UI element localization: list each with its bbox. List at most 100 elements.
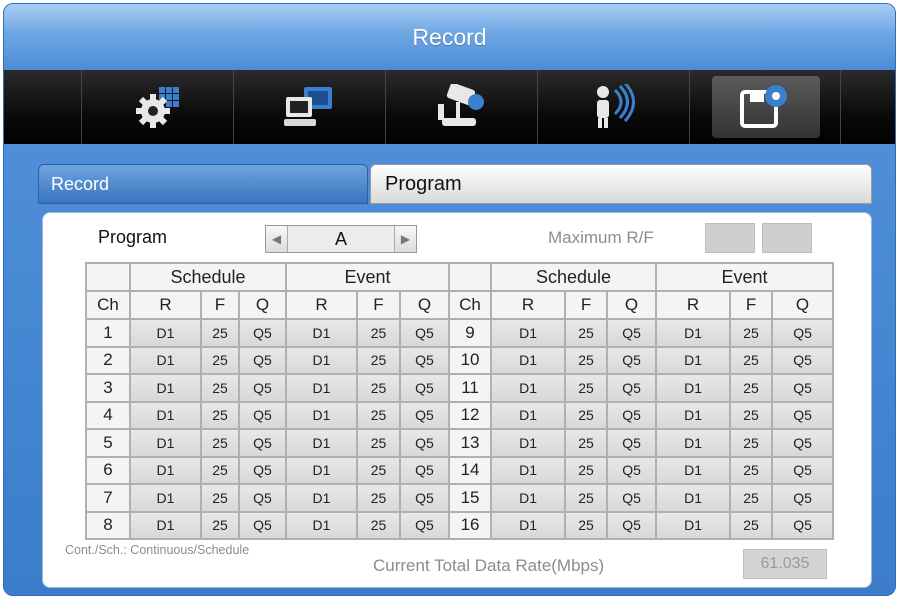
- setting-cell[interactable]: 25: [729, 373, 774, 403]
- setting-cell[interactable]: Q5: [771, 318, 835, 348]
- toolbar-network-button[interactable]: [233, 70, 385, 144]
- setting-cell[interactable]: D1: [655, 428, 732, 458]
- setting-cell[interactable]: D1: [285, 318, 358, 348]
- setting-cell[interactable]: Q5: [771, 373, 835, 403]
- setting-cell[interactable]: Q5: [606, 455, 658, 485]
- setting-cell[interactable]: Q5: [398, 510, 451, 540]
- setting-cell[interactable]: D1: [285, 373, 358, 403]
- setting-cell[interactable]: Q5: [606, 428, 658, 458]
- setting-cell[interactable]: D1: [285, 345, 358, 375]
- tab-program[interactable]: Program: [370, 164, 872, 204]
- setting-cell[interactable]: 25: [200, 483, 240, 513]
- setting-cell[interactable]: Q5: [398, 318, 451, 348]
- setting-cell[interactable]: 25: [200, 428, 240, 458]
- setting-cell[interactable]: Q5: [238, 455, 287, 485]
- setting-cell[interactable]: 25: [356, 318, 401, 348]
- toolbar-event-button[interactable]: [537, 70, 689, 144]
- setting-cell[interactable]: D1: [490, 318, 567, 348]
- setting-cell[interactable]: Q5: [771, 455, 835, 485]
- setting-cell[interactable]: D1: [490, 428, 567, 458]
- setting-cell[interactable]: 25: [729, 510, 774, 540]
- setting-cell[interactable]: D1: [655, 318, 732, 348]
- setting-cell[interactable]: D1: [285, 428, 358, 458]
- max-rf-field-2[interactable]: [762, 223, 812, 253]
- setting-cell[interactable]: D1: [490, 483, 567, 513]
- toolbar-record-button[interactable]: [689, 70, 841, 144]
- program-next-button[interactable]: ▶: [394, 226, 416, 252]
- setting-cell[interactable]: D1: [129, 345, 202, 375]
- setting-cell[interactable]: D1: [655, 455, 732, 485]
- setting-cell[interactable]: Q5: [238, 483, 287, 513]
- setting-cell[interactable]: Q5: [606, 483, 658, 513]
- setting-cell[interactable]: D1: [490, 373, 567, 403]
- max-rf-field-1[interactable]: [705, 223, 755, 253]
- setting-cell[interactable]: 25: [564, 318, 609, 348]
- setting-cell[interactable]: Q5: [606, 345, 658, 375]
- setting-cell[interactable]: 25: [200, 373, 240, 403]
- setting-cell[interactable]: D1: [490, 345, 567, 375]
- setting-cell[interactable]: Q5: [238, 510, 287, 540]
- setting-cell[interactable]: 25: [564, 483, 609, 513]
- setting-cell[interactable]: D1: [129, 318, 202, 348]
- setting-cell[interactable]: 25: [356, 428, 401, 458]
- setting-cell[interactable]: D1: [285, 400, 358, 430]
- setting-cell[interactable]: 25: [564, 373, 609, 403]
- setting-cell[interactable]: 25: [356, 400, 401, 430]
- setting-cell[interactable]: D1: [655, 373, 732, 403]
- setting-cell[interactable]: Q5: [238, 318, 287, 348]
- setting-cell[interactable]: D1: [490, 455, 567, 485]
- setting-cell[interactable]: 25: [564, 510, 609, 540]
- tab-record[interactable]: Record: [38, 164, 368, 204]
- setting-cell[interactable]: Q5: [398, 428, 451, 458]
- setting-cell[interactable]: 25: [356, 345, 401, 375]
- setting-cell[interactable]: 25: [564, 400, 609, 430]
- toolbar-settings-button[interactable]: [81, 70, 233, 144]
- setting-cell[interactable]: Q5: [238, 373, 287, 403]
- setting-cell[interactable]: D1: [285, 455, 358, 485]
- setting-cell[interactable]: Q5: [771, 345, 835, 375]
- setting-cell[interactable]: Q5: [238, 345, 287, 375]
- setting-cell[interactable]: 25: [200, 345, 240, 375]
- setting-cell[interactable]: D1: [655, 483, 732, 513]
- program-prev-button[interactable]: ◀: [266, 226, 288, 252]
- setting-cell[interactable]: Q5: [771, 510, 835, 540]
- setting-cell[interactable]: D1: [129, 483, 202, 513]
- setting-cell[interactable]: Q5: [771, 428, 835, 458]
- setting-cell[interactable]: 25: [729, 428, 774, 458]
- setting-cell[interactable]: Q5: [238, 428, 287, 458]
- setting-cell[interactable]: D1: [655, 400, 732, 430]
- setting-cell[interactable]: 25: [729, 483, 774, 513]
- setting-cell[interactable]: D1: [655, 510, 732, 540]
- program-spinner[interactable]: ◀ A ▶: [265, 225, 417, 253]
- setting-cell[interactable]: D1: [285, 510, 358, 540]
- setting-cell[interactable]: 25: [200, 400, 240, 430]
- setting-cell[interactable]: 25: [564, 428, 609, 458]
- setting-cell[interactable]: D1: [129, 373, 202, 403]
- setting-cell[interactable]: 25: [356, 373, 401, 403]
- setting-cell[interactable]: D1: [129, 455, 202, 485]
- setting-cell[interactable]: Q5: [398, 483, 451, 513]
- setting-cell[interactable]: Q5: [606, 400, 658, 430]
- setting-cell[interactable]: 25: [564, 345, 609, 375]
- setting-cell[interactable]: 25: [356, 483, 401, 513]
- setting-cell[interactable]: 25: [729, 318, 774, 348]
- setting-cell[interactable]: Q5: [606, 510, 658, 540]
- setting-cell[interactable]: 25: [356, 510, 401, 540]
- setting-cell[interactable]: D1: [129, 400, 202, 430]
- setting-cell[interactable]: Q5: [398, 373, 451, 403]
- setting-cell[interactable]: D1: [655, 345, 732, 375]
- setting-cell[interactable]: 25: [200, 318, 240, 348]
- setting-cell[interactable]: D1: [285, 483, 358, 513]
- setting-cell[interactable]: Q5: [398, 345, 451, 375]
- setting-cell[interactable]: Q5: [606, 373, 658, 403]
- setting-cell[interactable]: Q5: [771, 483, 835, 513]
- toolbar-camera-button[interactable]: [385, 70, 537, 144]
- setting-cell[interactable]: Q5: [238, 400, 287, 430]
- setting-cell[interactable]: 25: [200, 455, 240, 485]
- setting-cell[interactable]: Q5: [771, 400, 835, 430]
- setting-cell[interactable]: 25: [729, 400, 774, 430]
- setting-cell[interactable]: D1: [490, 510, 567, 540]
- setting-cell[interactable]: D1: [129, 428, 202, 458]
- setting-cell[interactable]: D1: [490, 400, 567, 430]
- setting-cell[interactable]: Q5: [398, 400, 451, 430]
